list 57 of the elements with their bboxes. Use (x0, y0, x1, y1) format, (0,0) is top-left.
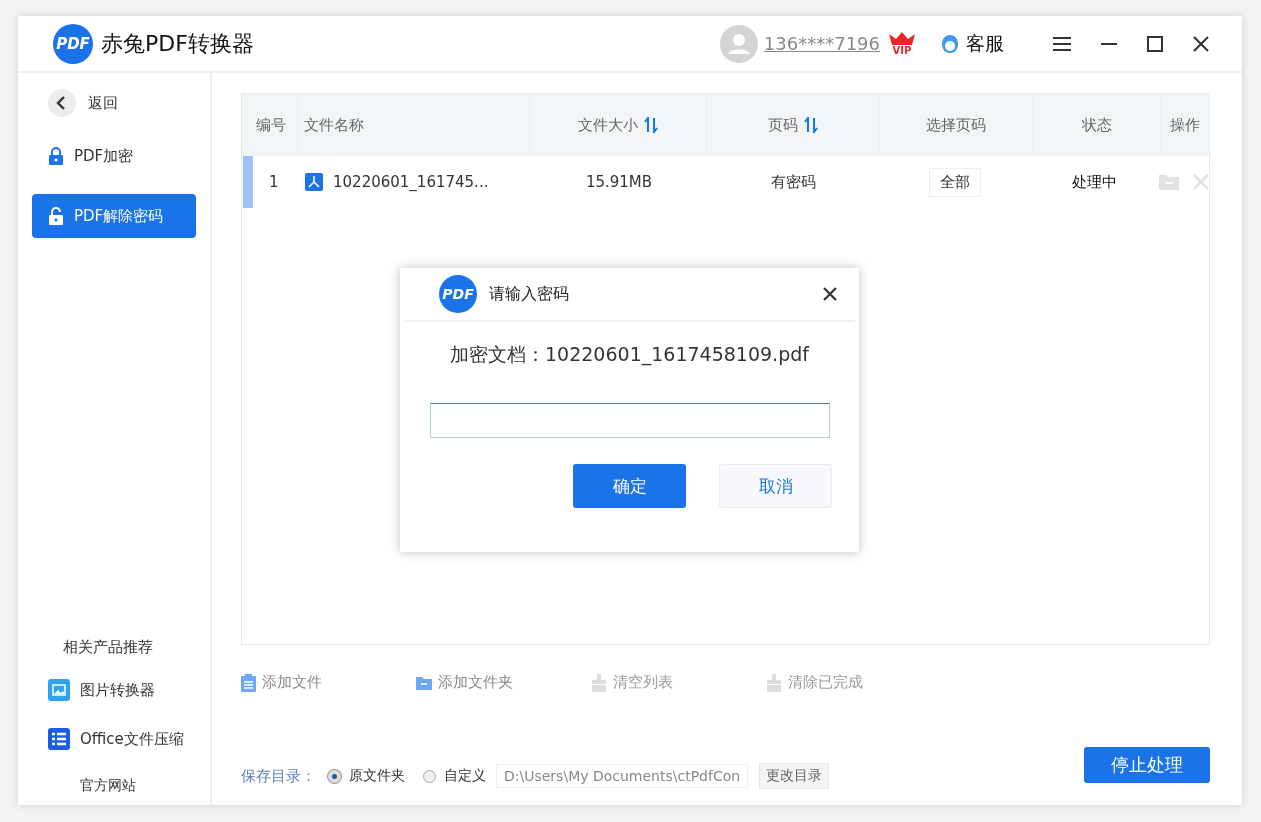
sidebar-item[interactable]: PDF解除密码 (32, 194, 196, 238)
column-header[interactable]: 文件大小 (530, 94, 707, 156)
product-link[interactable]: Office文件压缩 (48, 728, 184, 750)
column-header[interactable]: 页码 (707, 94, 880, 156)
pdf-file-icon (305, 173, 323, 191)
column-header: 状态 (1033, 94, 1161, 156)
password-input[interactable] (429, 403, 830, 438)
avatar-icon (719, 24, 758, 63)
confirm-button[interactable]: 确定 (573, 464, 686, 508)
image-icon (48, 679, 70, 701)
list-icon (48, 728, 70, 750)
dialog-title: 请输入密码 (489, 283, 569, 305)
brush-icon (591, 673, 607, 692)
column-header: 文件名称 (298, 94, 530, 156)
close-icon[interactable] (1193, 35, 1209, 52)
column-header: 操作 (1169, 114, 1201, 136)
app-logo: PDF (53, 23, 93, 64)
toolbar-button[interactable]: 添加文件夹 (416, 673, 591, 692)
toolbar-button[interactable]: 添加文件 (241, 673, 416, 692)
table-cell: 处理中 (1072, 172, 1117, 192)
save-location-radio[interactable]: 自定义 (423, 767, 486, 785)
table-cell: 1 (269, 173, 279, 191)
stop-processing-button[interactable]: 停止处理 (1084, 747, 1210, 783)
vip-badge: VIP (886, 31, 918, 56)
back-button[interactable]: 返回 (48, 88, 118, 118)
page-select-button[interactable]: 全部 (929, 167, 981, 197)
clipboard-icon (241, 673, 256, 692)
sort-icon[interactable] (804, 117, 818, 133)
sidebar-item[interactable]: PDF加密 (32, 134, 196, 178)
table-row[interactable]: 1 10220601_161745... 15.91MB 有密码 全部 处理中 (242, 156, 1209, 208)
customer-service-button[interactable]: 客服 (940, 30, 1004, 57)
save-location-radio[interactable]: 原文件夹 (328, 767, 405, 785)
table-cell: 10220601_161745... (333, 173, 489, 191)
lock-icon (48, 146, 64, 166)
column-header: 选择页码 (880, 94, 1033, 156)
table-cell: 有密码 (770, 172, 816, 192)
app-title: 赤兔PDF转换器 (101, 29, 254, 58)
menu-icon[interactable] (1053, 35, 1071, 52)
cancel-button[interactable]: 取消 (719, 464, 832, 508)
sort-icon[interactable] (644, 117, 658, 133)
minimize-icon[interactable] (1101, 42, 1117, 45)
user-account-link[interactable]: 136****7196 (763, 33, 880, 54)
table-cell: 15.91MB (585, 173, 653, 191)
save-directory-label: 保存目录： (241, 766, 316, 786)
related-products-heading: 相关产品推荐 (63, 638, 153, 657)
close-icon[interactable] (823, 287, 837, 301)
official-website-link[interactable]: 官方网站 (80, 777, 136, 795)
dialog-logo: PDF (439, 275, 477, 313)
brush-icon (766, 673, 782, 692)
folder-icon (416, 675, 432, 690)
change-directory-button[interactable]: 更改目录 (759, 763, 830, 789)
encrypted-document-message: 加密文档：10220601_1617458109.pdf (450, 342, 809, 368)
maximize-icon[interactable] (1147, 35, 1163, 52)
radio-indicator[interactable] (423, 769, 436, 783)
save-path-field[interactable]: D:\Users\My Documents\ctPdfCon (496, 764, 749, 788)
product-link[interactable]: 图片转换器 (48, 679, 155, 701)
unlock-icon (48, 206, 64, 226)
